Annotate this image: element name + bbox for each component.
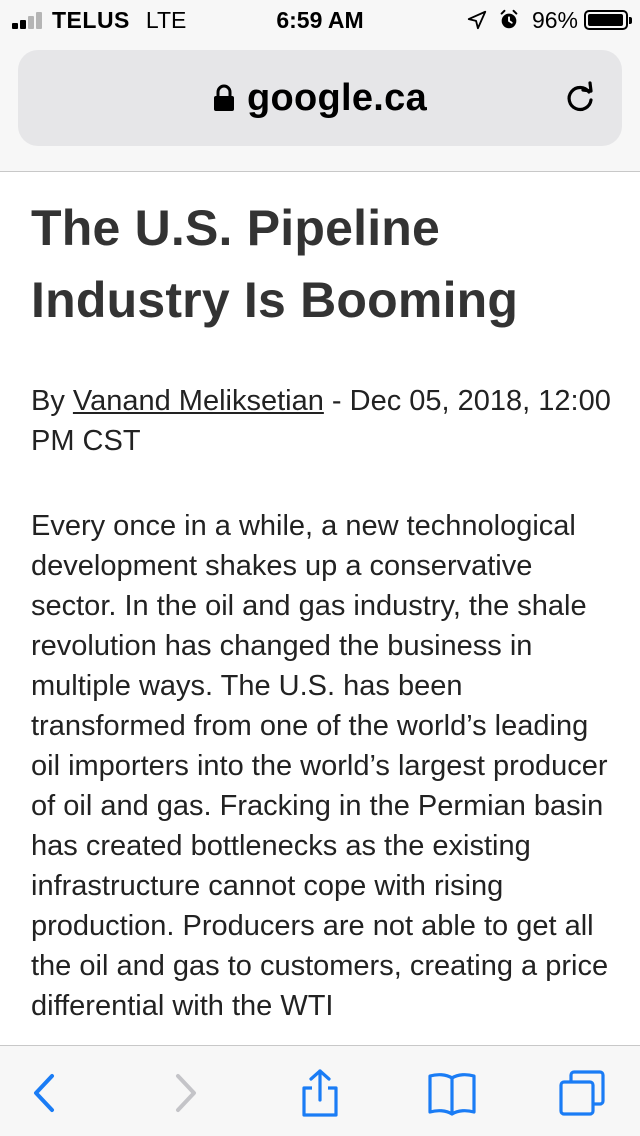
tabs-icon[interactable] [557,1068,607,1118]
article-byline: By Vanand Meliksetian - Dec 05, 2018, 12… [31,381,621,461]
location-arrow-icon [467,10,487,30]
browser-toolbar [0,1045,640,1136]
status-right: 96% [466,6,632,34]
address-bar[interactable]: google.ca [18,50,622,146]
reload-icon[interactable] [562,80,598,116]
author-link[interactable]: Vanand Meliksetian [73,385,324,417]
lock-icon [213,84,234,111]
article-headline: The U.S. Pipeline Industry Is Booming [31,200,519,328]
byline-prefix: By [31,385,73,417]
battery-nub [629,17,632,24]
battery-icon [584,10,632,30]
share-icon[interactable] [295,1068,345,1118]
alarm-clock-icon [500,9,518,29]
battery-fill [588,14,623,26]
browser-screen: TELUS LTE 6:59 AM 96% google.ca The U.S.… [0,0,640,1136]
article-body: Every once in a while, a new technologic… [31,510,609,1022]
article: The U.S. Pipeline Industry Is Booming By… [31,172,621,1026]
status-bar: TELUS LTE 6:59 AM 96% [0,0,640,40]
bookmarks-icon[interactable] [427,1068,477,1118]
battery-percent: 96% [531,6,578,33]
back-icon[interactable] [20,1068,70,1118]
forward-icon[interactable] [160,1068,210,1118]
page-domain: google.ca [246,76,428,119]
browser-address-area: google.ca [0,40,640,172]
